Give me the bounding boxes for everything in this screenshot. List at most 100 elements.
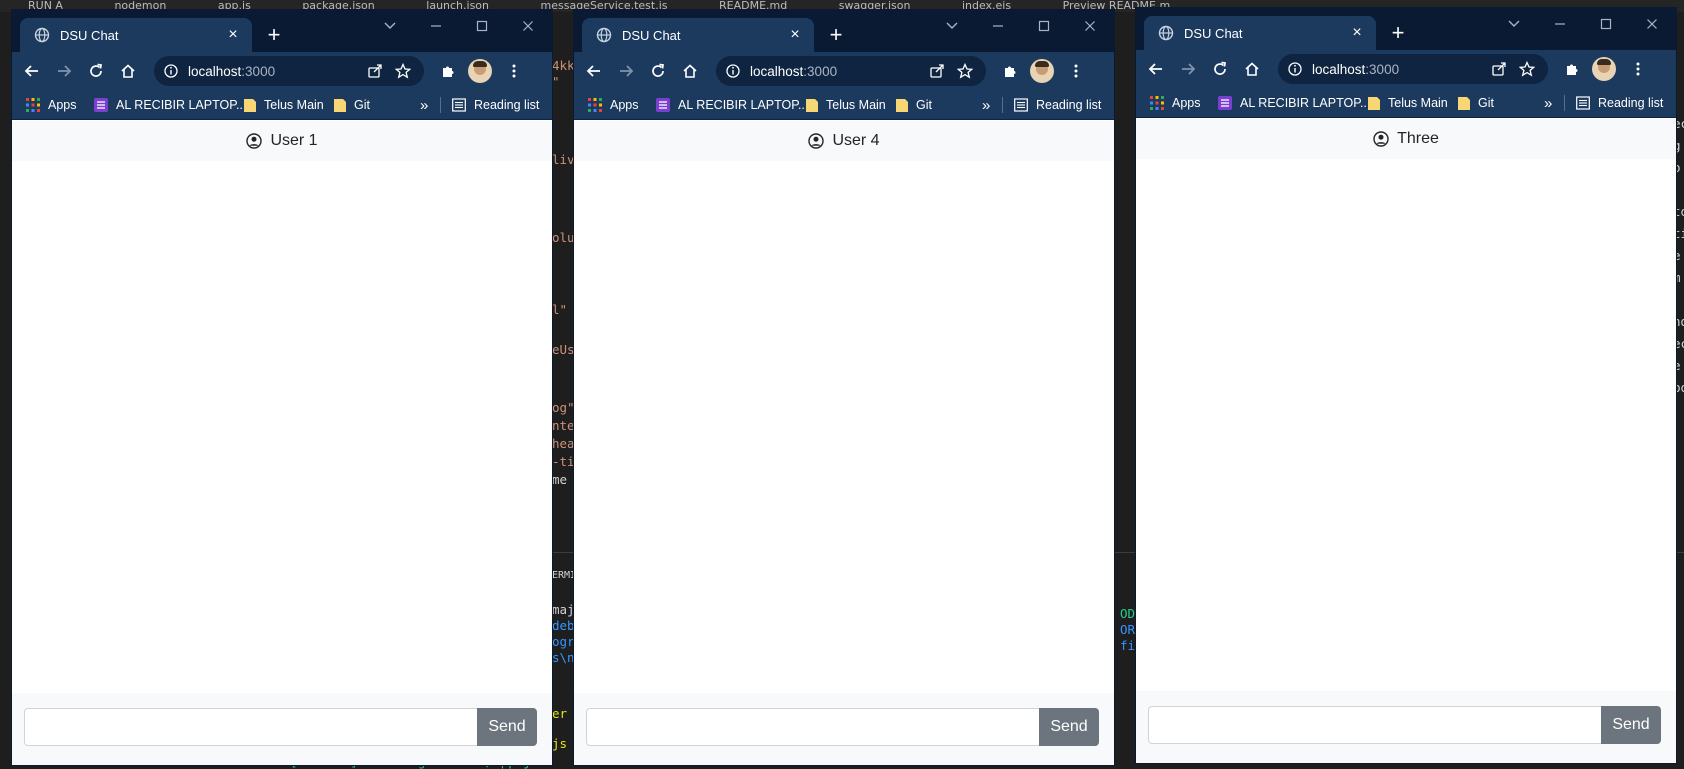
user-circle-icon	[808, 133, 825, 149]
profile-avatar[interactable]	[1030, 59, 1054, 83]
bookmark-star-icon[interactable]	[1516, 58, 1538, 80]
chat-footer: Send	[12, 693, 552, 765]
folder-icon	[1368, 96, 1380, 110]
browser-toolbar: localhost:3000	[12, 52, 552, 90]
bookmark-star-icon[interactable]	[954, 60, 976, 82]
bookmark-telus-main[interactable]: Telus Main	[244, 96, 324, 114]
reading-list-icon	[1014, 98, 1028, 112]
browser-window-3: DSU Chat × + localhost:3000 Apps AL RECI…	[1136, 8, 1676, 763]
tab-search-icon[interactable]	[940, 16, 964, 36]
bookmark-git[interactable]: Git	[896, 96, 932, 114]
close-tab-icon[interactable]: ×	[786, 26, 804, 44]
address-bar[interactable]: localhost:3000	[716, 56, 986, 86]
forward-button[interactable]	[610, 55, 642, 87]
reading-list[interactable]: Reading list	[452, 96, 539, 114]
chat-header: Three	[1136, 119, 1676, 159]
bookmark-laptop[interactable]: AL RECIBIR LAPTOP...	[94, 96, 246, 114]
close-window-icon[interactable]	[516, 16, 540, 36]
bookmark-laptop[interactable]: AL RECIBIR LAPTOP...	[1218, 94, 1370, 112]
browser-tab[interactable]: DSU Chat ×	[20, 18, 252, 52]
share-icon[interactable]	[926, 60, 948, 82]
minimize-icon[interactable]	[424, 16, 448, 36]
forward-button[interactable]	[1172, 53, 1204, 85]
bookmark-telus-main[interactable]: Telus Main	[1368, 94, 1448, 112]
message-input[interactable]	[586, 708, 1040, 746]
send-button[interactable]: Send	[1039, 708, 1099, 746]
home-button[interactable]	[674, 55, 706, 87]
more-bookmarks-button[interactable]: »	[420, 96, 428, 114]
message-input[interactable]	[1148, 706, 1602, 744]
maximize-icon[interactable]	[1594, 14, 1618, 34]
user-circle-icon	[246, 133, 263, 149]
share-icon[interactable]	[364, 60, 386, 82]
url-host: localhost	[188, 63, 242, 79]
bookmark-git[interactable]: Git	[1458, 94, 1494, 112]
bookmarks-separator	[440, 97, 441, 113]
more-menu-icon[interactable]	[500, 57, 528, 85]
address-bar[interactable]: localhost:3000	[1278, 54, 1548, 84]
reload-button[interactable]	[642, 55, 674, 87]
bookmark-label: AL RECIBIR LAPTOP...	[116, 98, 247, 112]
profile-avatar[interactable]	[1592, 57, 1616, 81]
chat-header: User 1	[12, 121, 552, 161]
bookmark-telus-main[interactable]: Telus Main	[806, 96, 886, 114]
bookmarks-bar: Apps AL RECIBIR LAPTOP... Telus Main Git…	[12, 90, 552, 120]
browser-window-2: DSU Chat × + localhost:3000 Apps AL RECI…	[574, 10, 1114, 765]
bookmark-apps[interactable]: Apps	[26, 96, 77, 114]
reload-button[interactable]	[80, 55, 112, 87]
code-fragment: l"	[552, 302, 568, 317]
bookmark-laptop[interactable]: AL RECIBIR LAPTOP...	[656, 96, 808, 114]
back-button[interactable]	[578, 55, 610, 87]
more-bookmarks-button[interactable]: »	[982, 96, 990, 114]
message-input[interactable]	[24, 708, 478, 746]
more-menu-icon[interactable]	[1062, 57, 1090, 85]
maximize-icon[interactable]	[470, 16, 494, 36]
reading-list[interactable]: Reading list	[1576, 94, 1663, 112]
address-bar[interactable]: localhost:3000	[154, 56, 424, 86]
bookmark-git[interactable]: Git	[334, 96, 370, 114]
code-fragment: me	[552, 472, 568, 487]
tab-search-icon[interactable]	[1502, 14, 1526, 34]
more-menu-icon[interactable]	[1624, 55, 1652, 83]
home-button[interactable]	[1236, 53, 1268, 85]
info-icon[interactable]	[1288, 62, 1302, 76]
browser-tab[interactable]: DSU Chat ×	[582, 18, 814, 52]
reading-list[interactable]: Reading list	[1014, 96, 1101, 114]
back-button[interactable]	[16, 55, 48, 87]
tab-title: DSU Chat	[1184, 25, 1243, 41]
extensions-icon[interactable]	[1558, 55, 1586, 83]
minimize-icon[interactable]	[1548, 14, 1572, 34]
info-icon[interactable]	[726, 64, 740, 78]
bookmark-apps[interactable]: Apps	[588, 96, 639, 114]
folder-icon	[334, 98, 346, 112]
bookmark-label: Telus Main	[826, 98, 886, 112]
info-icon[interactable]	[164, 64, 178, 78]
close-tab-icon[interactable]: ×	[224, 26, 242, 44]
new-tab-button[interactable]: +	[824, 24, 848, 48]
minimize-icon[interactable]	[986, 16, 1010, 36]
home-button[interactable]	[112, 55, 144, 87]
reading-list-icon	[1576, 96, 1590, 110]
more-bookmarks-button[interactable]: »	[1544, 94, 1552, 112]
url-host: localhost	[1312, 61, 1366, 77]
extensions-icon[interactable]	[434, 57, 462, 85]
new-tab-button[interactable]: +	[262, 24, 286, 48]
purple-bookmark-icon	[1218, 96, 1232, 110]
tab-search-icon[interactable]	[378, 16, 402, 36]
reload-button[interactable]	[1204, 53, 1236, 85]
close-window-icon[interactable]	[1078, 16, 1102, 36]
close-tab-icon[interactable]: ×	[1348, 24, 1366, 42]
forward-button[interactable]	[48, 55, 80, 87]
close-window-icon[interactable]	[1640, 14, 1664, 34]
browser-tab[interactable]: DSU Chat ×	[1144, 16, 1376, 50]
bookmark-star-icon[interactable]	[392, 60, 414, 82]
extensions-icon[interactable]	[996, 57, 1024, 85]
back-button[interactable]	[1140, 53, 1172, 85]
profile-avatar[interactable]	[468, 59, 492, 83]
send-button[interactable]: Send	[477, 708, 537, 746]
send-button[interactable]: Send	[1601, 706, 1661, 744]
maximize-icon[interactable]	[1032, 16, 1056, 36]
bookmark-apps[interactable]: Apps	[1150, 94, 1201, 112]
share-icon[interactable]	[1488, 58, 1510, 80]
new-tab-button[interactable]: +	[1386, 22, 1410, 46]
